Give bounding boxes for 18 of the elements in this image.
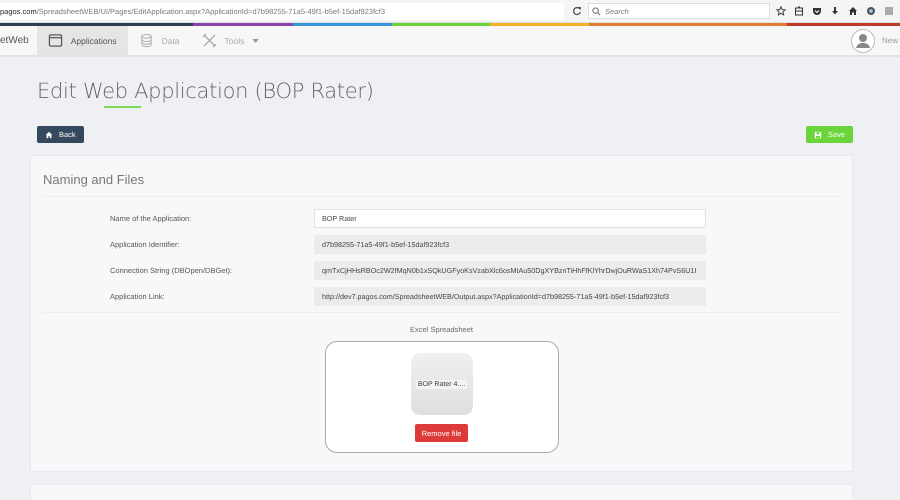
window-icon: [48, 33, 63, 48]
pocket-icon[interactable]: [812, 6, 822, 16]
avatar-icon[interactable]: [850, 28, 875, 52]
search-icon: [592, 7, 601, 16]
section-title: Naming and Files: [43, 172, 840, 197]
title-underline: [104, 106, 141, 108]
brand-name[interactable]: etWeb: [0, 35, 29, 46]
reload-icon[interactable]: [572, 6, 582, 16]
star-icon[interactable]: [776, 6, 786, 16]
page-title: Edit Web Application (BOP Rater): [37, 79, 375, 103]
extension-icon[interactable]: [866, 6, 876, 16]
download-icon[interactable]: [830, 6, 840, 16]
nav-tab[interactable]: Applications: [36, 26, 128, 55]
clipboard-icon[interactable]: [794, 6, 804, 16]
home-icon: [45, 130, 53, 138]
tools-icon: [202, 33, 217, 48]
home-icon[interactable]: [848, 6, 858, 16]
database-icon: [138, 33, 154, 48]
